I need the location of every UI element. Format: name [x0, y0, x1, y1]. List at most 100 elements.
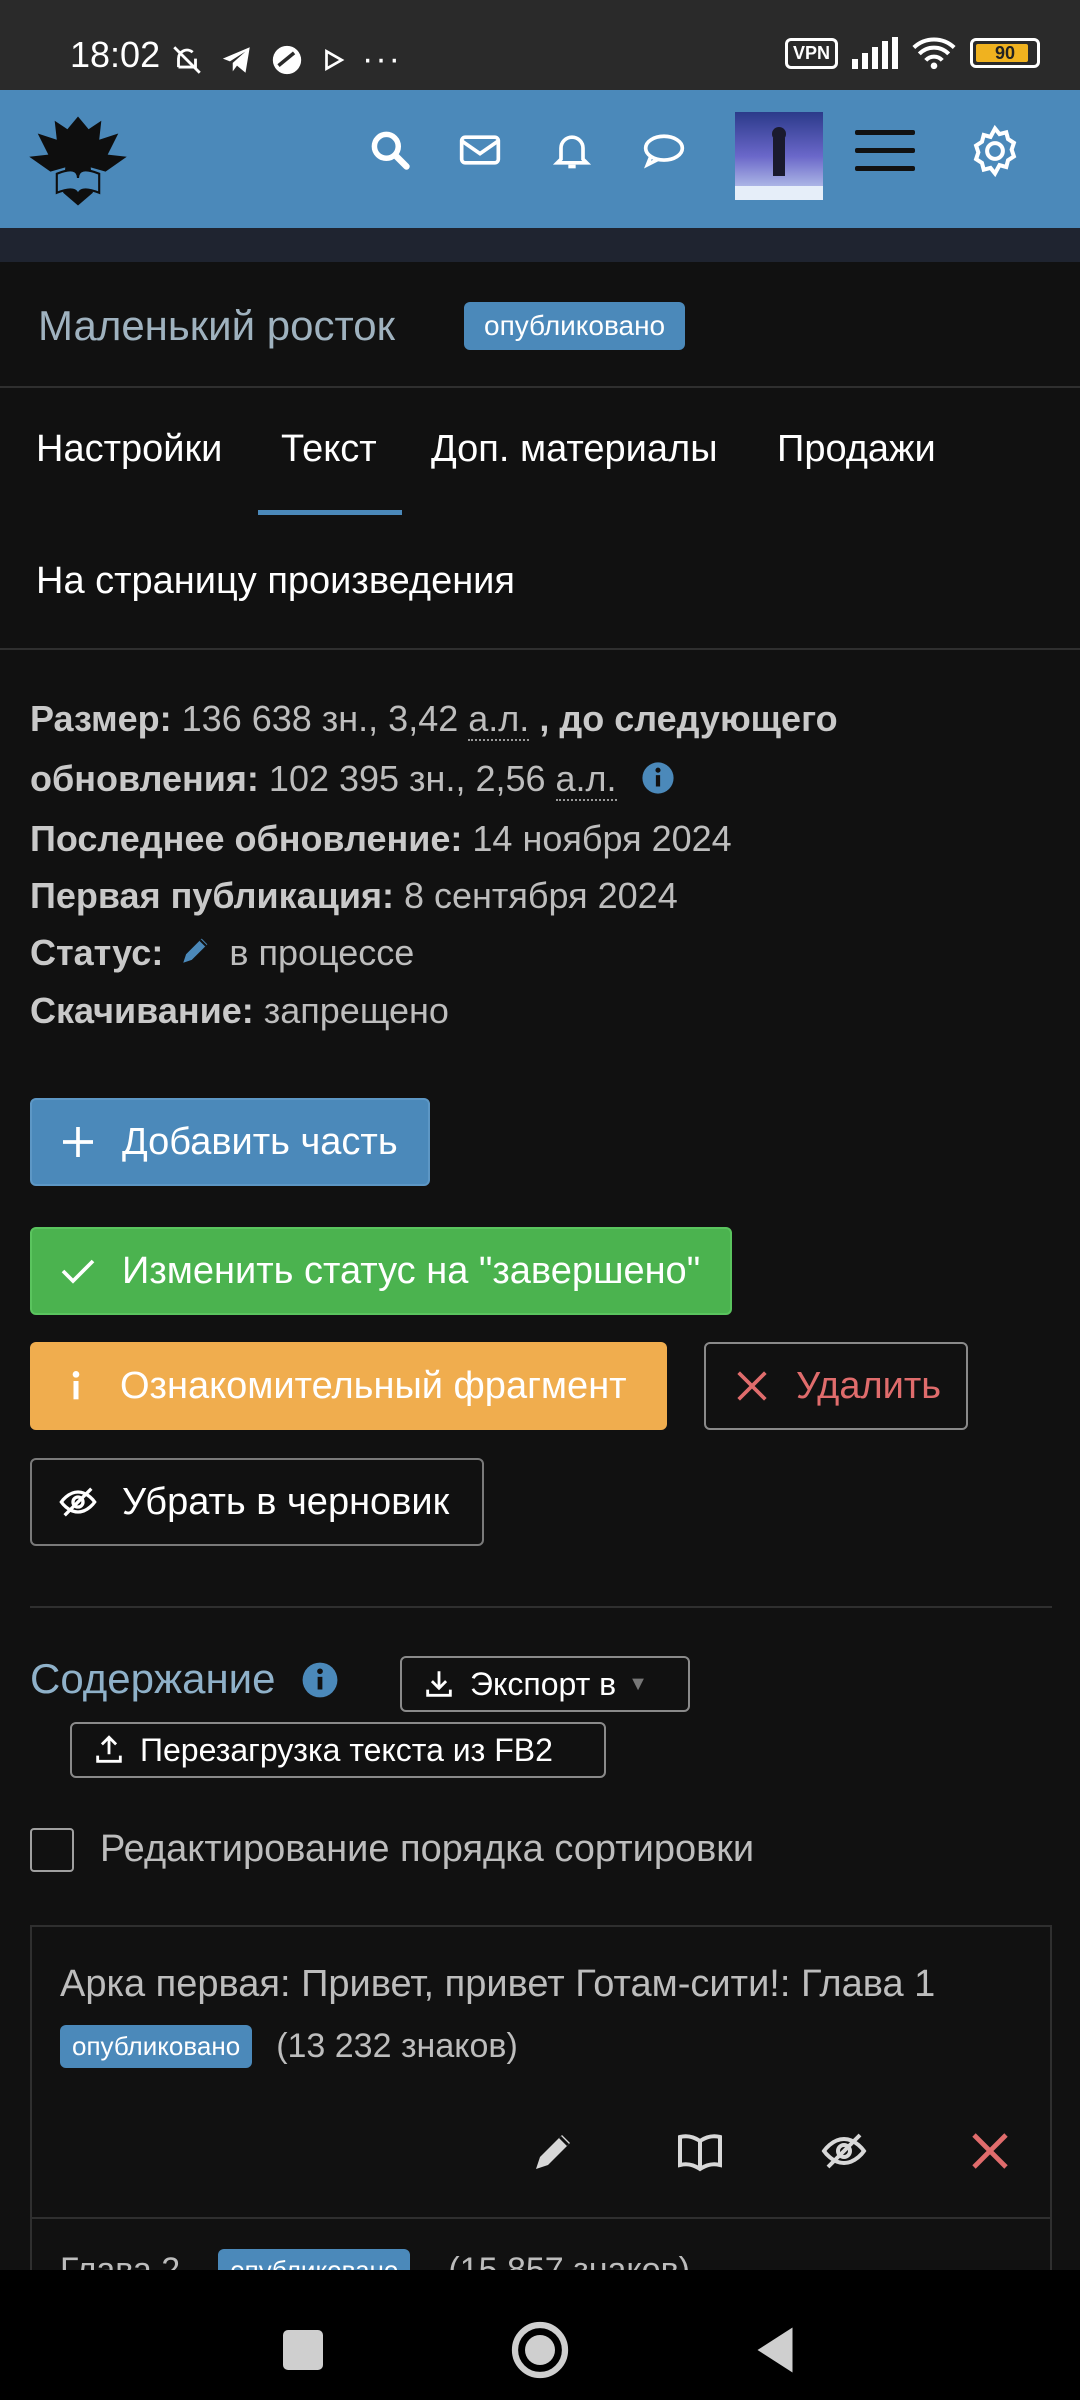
chapter-chars: (13 232 знаков): [276, 2027, 518, 2065]
next-update-label: до следующего: [559, 698, 838, 739]
battery-icon: 90: [970, 38, 1040, 68]
next-update-value: 102 395 зн., 2,56: [268, 758, 546, 799]
delete-button[interactable]: Удалить: [704, 1342, 968, 1430]
bell-icon[interactable]: [550, 128, 594, 172]
tab-sales[interactable]: Продажи: [777, 428, 936, 471]
download-value: запрещено: [263, 990, 449, 1031]
download-label: Скачивание:: [30, 990, 254, 1031]
avatar[interactable]: [735, 112, 823, 200]
plus-icon: [63, 1127, 93, 1157]
info-icon[interactable]: [641, 761, 675, 795]
close-icon: [737, 1371, 767, 1401]
reload-fb2-button[interactable]: Перезагрузка текста из FB2: [70, 1722, 606, 1778]
title-divider: [0, 386, 1080, 388]
chapter-status-badge: опубликовано: [60, 2025, 253, 2068]
size-line: Размер: 136 638 зн., 3,42 а.л. , до след…: [30, 698, 838, 741]
row-separator: [32, 2217, 1050, 2219]
tab-settings[interactable]: Настройки: [36, 428, 222, 471]
preview-fragment-button[interactable]: Ознакомительный фрагмент: [30, 1342, 667, 1430]
recents-square-icon[interactable]: [273, 2320, 333, 2380]
signal-icon: [852, 37, 898, 69]
tab-extra-materials[interactable]: Доп. материалы: [431, 428, 718, 471]
chapter-title[interactable]: Арка первая: Привет, привет Готам-сити!:…: [60, 1963, 935, 2006]
download-line: Скачивание: запрещено: [30, 990, 449, 1032]
eye-slash-icon: [59, 1487, 97, 1517]
preview-fragment-label: Ознакомительный фрагмент: [120, 1364, 627, 1407]
first-publication-line: Первая публикация: 8 сентября 2024: [30, 875, 678, 917]
status-label: Статус:: [30, 932, 164, 973]
section-divider: [30, 1606, 1052, 1608]
contents-title-text: Содержание: [30, 1655, 276, 1702]
work-page-link[interactable]: На страницу произведения: [36, 560, 515, 603]
sort-order-label[interactable]: Редактирование порядка сортировки: [100, 1828, 754, 1871]
check-icon: [61, 1259, 95, 1284]
gear-icon[interactable]: [968, 124, 1022, 178]
chat-icon[interactable]: [642, 128, 686, 172]
read-book-icon[interactable]: [676, 2127, 724, 2175]
next-update-label-2: обновления:: [30, 758, 259, 799]
page-title: Маленький росток: [38, 302, 395, 349]
change-status-label: Изменить статус на "завершено": [122, 1249, 701, 1292]
sort-order-checkbox[interactable]: [30, 1828, 74, 1872]
move-to-draft-button[interactable]: Убрать в черновик: [30, 1458, 484, 1546]
pencil-icon: [183, 938, 208, 963]
status-icons: ···: [170, 40, 402, 79]
hide-eye-slash-icon[interactable]: [820, 2127, 868, 2175]
tabs-divider: [0, 648, 1080, 650]
status-badge: опубликовано: [464, 302, 686, 350]
app-header: [0, 90, 1080, 228]
status-line: Статус: в процессе: [30, 932, 414, 974]
menu-icon[interactable]: [855, 130, 915, 174]
home-circle-icon[interactable]: [510, 2320, 570, 2380]
size-comma: ,: [539, 698, 550, 739]
status-bar: 18:02 ··· VPN 90: [0, 0, 1080, 90]
chapter-list: Арка первая: Привет, привет Готам-сити!:…: [30, 1925, 1052, 2292]
play-icon: [325, 48, 345, 71]
contents-info-icon[interactable]: [301, 1661, 339, 1699]
last-update-line: Последнее обновление: 14 ноября 2024: [30, 818, 732, 860]
size-label: Размер:: [30, 698, 172, 739]
info-small-icon: [72, 1371, 80, 1400]
export-label: Экспорт в: [470, 1665, 617, 1702]
status-value: в процессе: [229, 932, 415, 973]
tab-text[interactable]: Текст: [281, 428, 377, 471]
export-dropdown[interactable]: Экспорт в ▼: [400, 1656, 690, 1712]
last-update-label: Последнее обновление:: [30, 818, 463, 859]
battery-level: 90: [994, 43, 1016, 63]
upload-icon: [96, 1735, 122, 1763]
more-icon: ···: [362, 40, 402, 78]
site-logo-icon[interactable]: [24, 108, 132, 214]
avatar-image: [735, 127, 823, 200]
first-publication-label: Первая публикация:: [30, 875, 394, 916]
next-update-line: обновления: 102 395 зн., 2,56 а.л.: [30, 758, 675, 801]
add-part-label: Добавить часть: [122, 1120, 398, 1163]
active-tab-indicator: [258, 510, 402, 515]
back-triangle-icon[interactable]: [745, 2320, 805, 2380]
delete-x-icon[interactable]: [966, 2127, 1014, 2175]
app-icon: [272, 45, 302, 74]
chapter-meta: опубликовано (13 232 знаков): [60, 2025, 518, 2068]
download-icon: [426, 1671, 452, 1697]
change-status-button[interactable]: Изменить статус на "завершено": [30, 1227, 732, 1315]
last-update-value: 14 ноября 2024: [472, 818, 732, 859]
contents-title: Содержание: [30, 1655, 339, 1703]
first-publication-value: 8 сентября 2024: [404, 875, 678, 916]
bell-off-icon: [173, 45, 201, 74]
move-to-draft-label: Убрать в черновик: [122, 1480, 450, 1523]
telegram-icon: [222, 46, 250, 73]
chevron-down-icon: ▼: [628, 1672, 648, 1695]
wifi-icon: [912, 37, 956, 70]
delete-label: Удалить: [796, 1364, 942, 1407]
next-update-unit: а.л.: [555, 758, 617, 801]
vpn-icon: VPN: [784, 37, 838, 69]
status-time: 18:02: [70, 34, 161, 75]
add-part-button[interactable]: Добавить часть: [30, 1098, 430, 1186]
reload-fb2-label: Перезагрузка текста из FB2: [140, 1731, 553, 1768]
edit-pencil-icon[interactable]: [530, 2127, 578, 2175]
system-nav-bar: [0, 2270, 1080, 2400]
search-icon[interactable]: [368, 128, 412, 172]
mail-icon[interactable]: [458, 128, 502, 172]
size-unit: а.л.: [468, 698, 530, 741]
header-shadow: [0, 228, 1080, 262]
size-value: 136 638 зн., 3,42: [181, 698, 459, 739]
